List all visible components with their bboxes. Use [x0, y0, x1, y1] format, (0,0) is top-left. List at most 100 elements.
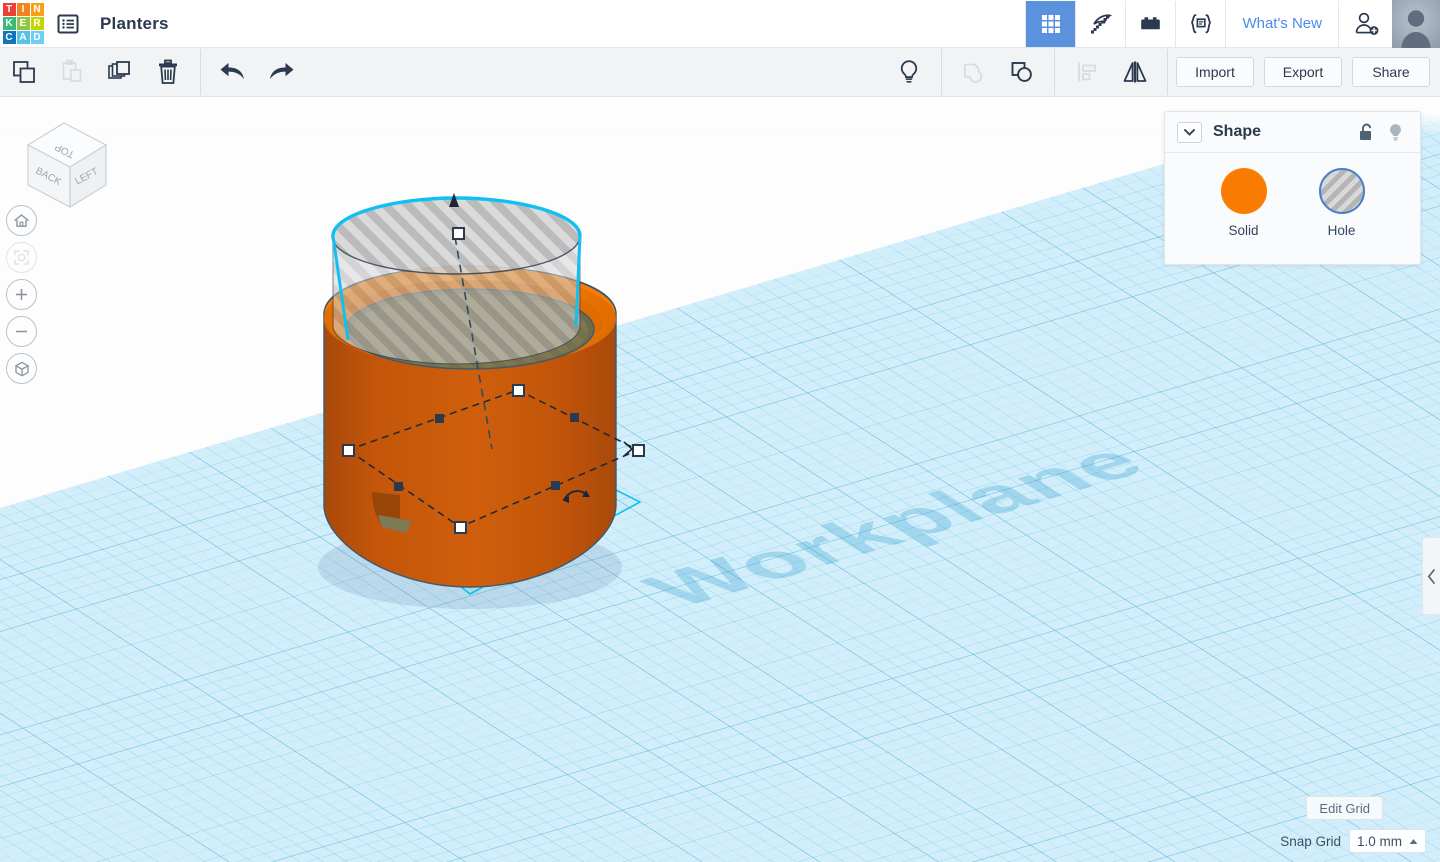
design-canvas[interactable]: Workplane TOP BACK LEFT Shape Solid Hole… [0, 97, 1440, 862]
editor-toolbar: Import Export Share [0, 48, 1440, 97]
shape-type-hole[interactable]: Hole [1318, 168, 1365, 238]
align-icon [1078, 62, 1096, 82]
home-view-button[interactable] [6, 205, 37, 236]
add-user-button[interactable] [1338, 0, 1392, 47]
group-button[interactable] [998, 48, 1046, 96]
tinkercad-app: TINKERCAD Planters What's New Import Exp… [0, 0, 1440, 862]
pickaxe-icon [1090, 13, 1112, 33]
ungroup-button[interactable] [950, 48, 998, 96]
top-bar-right-group: What's New [1025, 0, 1440, 48]
share-button[interactable]: Share [1352, 57, 1430, 87]
duplicate-button[interactable] [96, 48, 144, 96]
fit-view-icon [14, 250, 29, 265]
project-menu-button[interactable] [46, 0, 90, 48]
corner-handle-bottom[interactable] [454, 521, 467, 534]
corner-handle-right[interactable] [632, 444, 645, 457]
logo-letter-d: D [30, 31, 44, 44]
hide-show-button[interactable] [885, 48, 933, 96]
logo-letter-a: A [16, 31, 30, 44]
paste-button[interactable] [48, 48, 96, 96]
logo-letter-n: N [30, 3, 44, 16]
redo-button[interactable] [257, 48, 305, 96]
edit-grid-button[interactable]: Edit Grid [1306, 796, 1383, 820]
copy-icon [13, 61, 35, 83]
top-bar: TINKERCAD Planters What's New [0, 0, 1440, 48]
ungroup-icon [964, 63, 983, 83]
tab-3d-design[interactable] [1025, 0, 1076, 47]
lock-toggle-button[interactable] [1352, 119, 1378, 145]
edge-handle-sw[interactable] [394, 482, 403, 491]
tinkercad-logo[interactable]: TIN KER CAD [0, 0, 46, 48]
snap-grid-value: 1.0 mm [1356, 833, 1402, 849]
undo-button[interactable] [209, 48, 257, 96]
hole-swatch[interactable] [1318, 168, 1365, 214]
lightbulb-icon [1389, 123, 1401, 140]
toolbar-divider-1 [200, 49, 201, 95]
copy-button[interactable] [0, 48, 48, 96]
shape-panel-title: Shape [1213, 123, 1262, 140]
tab-blocks[interactable] [1125, 0, 1175, 47]
corner-handle-left[interactable] [342, 444, 355, 457]
tab-minecraft[interactable] [1075, 0, 1125, 47]
panel-collapse-handle[interactable] [1422, 537, 1440, 615]
perspective-cube-icon [14, 361, 29, 377]
logo-letter-i: I [16, 3, 30, 16]
solid-swatch[interactable] [1220, 168, 1267, 214]
shape-panel-body: Solid Hole [1165, 153, 1420, 264]
paste-icon [62, 59, 82, 82]
snap-grid-control: Snap Grid 1.0 mm [1280, 829, 1426, 853]
mirror-icon [1123, 61, 1147, 83]
hole-label: Hole [1327, 223, 1356, 238]
fit-to-view-button[interactable] [6, 242, 37, 273]
mirror-button[interactable] [1111, 48, 1159, 96]
view-cube[interactable]: TOP BACK LEFT [14, 115, 114, 215]
toggle-perspective-button[interactable] [6, 353, 37, 384]
edge-handle-ne[interactable] [570, 413, 579, 422]
grid-icon [1041, 14, 1060, 33]
hamburger-list-icon [57, 14, 79, 33]
align-button[interactable] [1063, 48, 1111, 96]
snap-grid-label: Snap Grid [1280, 833, 1341, 849]
lego-brick-icon [1141, 16, 1160, 29]
tab-codeblocks[interactable] [1175, 0, 1225, 47]
snap-grid-select[interactable]: 1.0 mm [1348, 829, 1426, 853]
shape-type-solid[interactable]: Solid [1220, 168, 1267, 238]
page-title[interactable]: Planters [100, 14, 169, 34]
height-handle[interactable] [452, 227, 465, 240]
workplane-watermark: Workplane [625, 433, 1164, 617]
undo-arrow-icon [220, 63, 244, 79]
caret-up-icon [1409, 838, 1418, 844]
solid-label: Solid [1228, 223, 1259, 238]
person-add-icon [1355, 12, 1378, 35]
logo-letter-e: E [16, 17, 30, 30]
visibility-toggle-button[interactable] [1382, 119, 1408, 145]
toolbar-divider-3 [1054, 49, 1055, 95]
whats-new-link[interactable]: What's New [1225, 0, 1338, 47]
lightbulb-icon [900, 60, 918, 83]
duplicate-icon [108, 61, 130, 79]
shape-panel-collapse-button[interactable] [1177, 121, 1202, 143]
plus-icon [16, 289, 27, 300]
corner-handle-top[interactable] [512, 384, 525, 397]
avatar[interactable] [1392, 0, 1440, 48]
trash-icon [159, 59, 177, 84]
delete-button[interactable] [144, 48, 192, 96]
unlock-icon [1359, 123, 1371, 140]
logo-grid: TIN KER CAD [2, 3, 44, 44]
toolbar-divider-4 [1167, 49, 1168, 95]
export-button[interactable]: Export [1264, 57, 1342, 87]
toolbar-divider-2 [941, 49, 942, 95]
chevron-down-icon [1184, 129, 1195, 136]
shape-panel: Shape Solid Hole [1164, 111, 1421, 265]
group-icon [1011, 62, 1032, 82]
home-icon [14, 214, 29, 227]
redo-arrow-icon [270, 63, 294, 79]
minus-icon [16, 330, 27, 333]
zoom-out-button[interactable] [6, 316, 37, 347]
zoom-in-button[interactable] [6, 279, 37, 310]
view-cube-icon: TOP BACK LEFT [26, 122, 108, 209]
edge-handle-nw[interactable] [435, 414, 444, 423]
edge-handle-se[interactable] [551, 481, 560, 490]
import-button[interactable]: Import [1176, 57, 1254, 87]
logo-letter-c: C [2, 31, 16, 44]
